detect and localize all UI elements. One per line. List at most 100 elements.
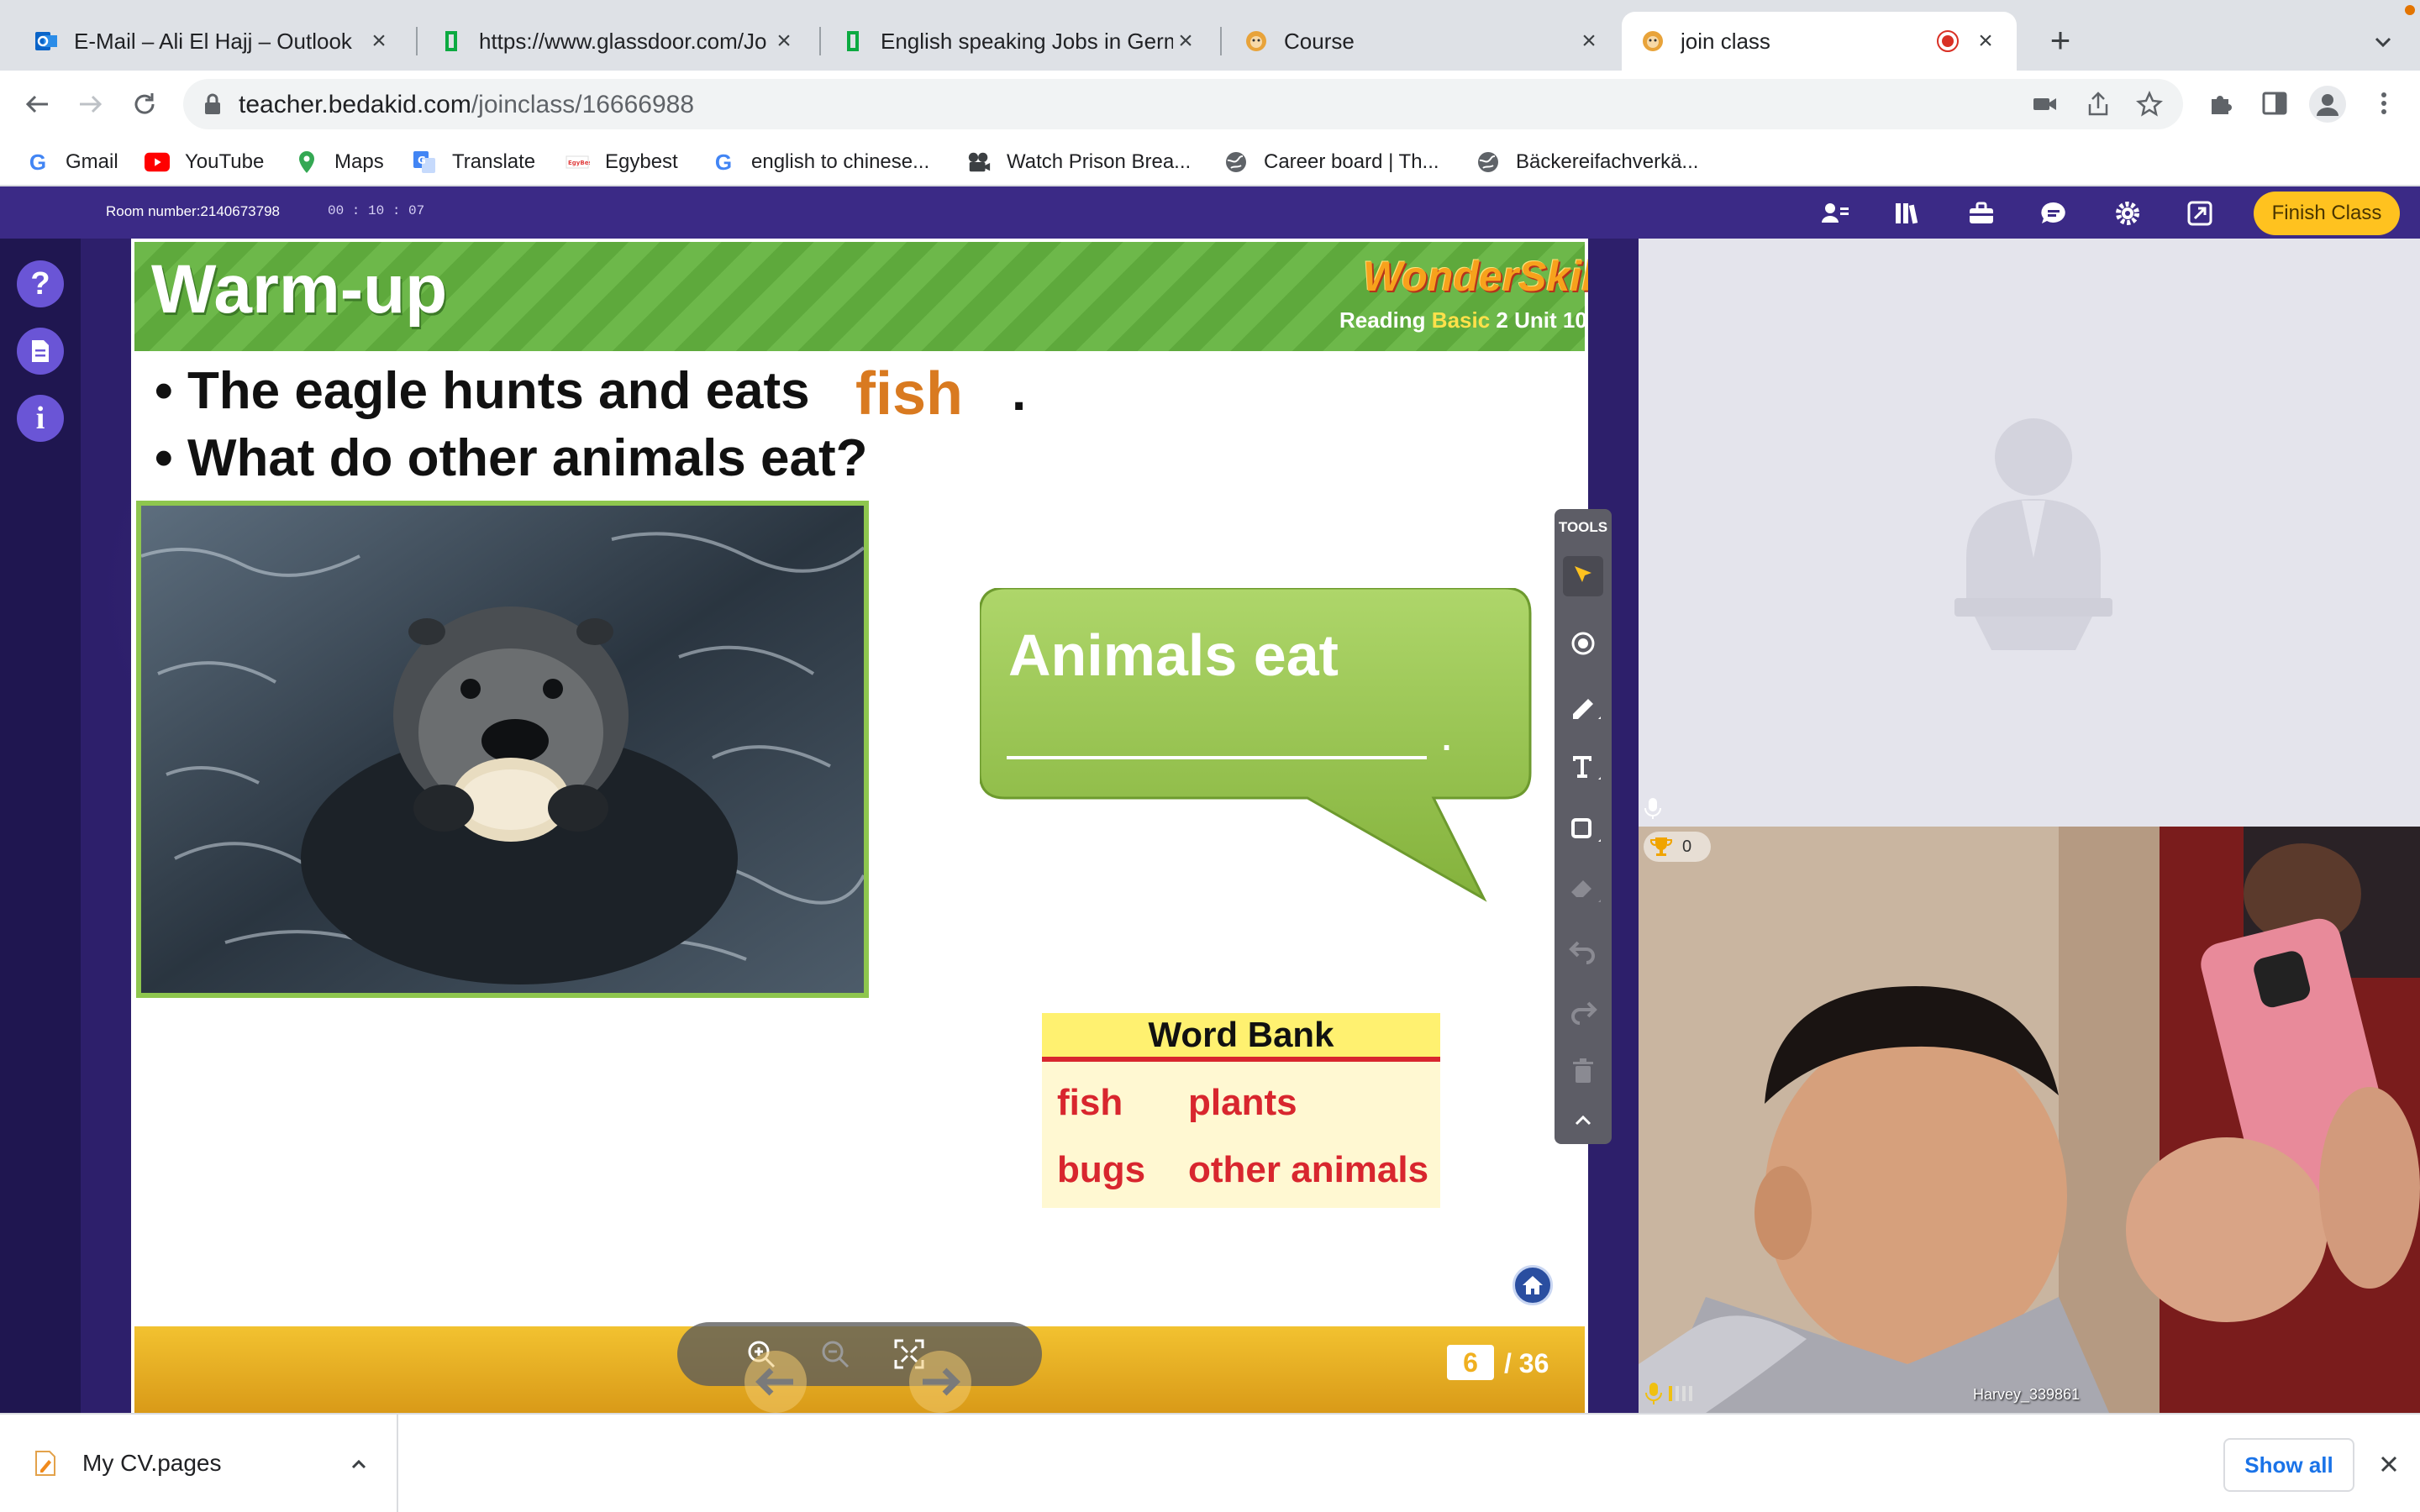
pointer-tool[interactable] <box>1563 556 1603 596</box>
bookmark-label: YouTube <box>185 150 265 173</box>
maps-icon <box>294 150 319 175</box>
collapse-tools-icon[interactable] <box>1566 1105 1600 1136</box>
subtitle-basic: Basic <box>1431 307 1491 333</box>
help-icon[interactable]: ? <box>17 260 64 307</box>
home-icon[interactable] <box>1512 1265 1553 1305</box>
profile-avatar[interactable] <box>2309 86 2346 123</box>
redo-icon[interactable] <box>1566 995 1600 1028</box>
bookmark-star-icon[interactable] <box>2136 91 2163 118</box>
bookmark-prison-break[interactable]: Watch Prison Brea... <box>966 146 1191 178</box>
close-tab-icon[interactable]: × <box>771 29 797 54</box>
extensions-icon[interactable] <box>2207 89 2235 118</box>
forward-icon[interactable] <box>72 86 109 123</box>
chat-icon[interactable] <box>2035 195 2072 232</box>
back-icon[interactable] <box>18 86 55 123</box>
finish-class-button[interactable]: Finish Class <box>2254 192 2400 235</box>
close-download-bar-icon[interactable] <box>2375 1450 2403 1478</box>
camera-icon[interactable] <box>2032 92 2059 116</box>
translate-icon: G <box>412 150 437 175</box>
fullscreen-icon[interactable] <box>2181 195 2218 232</box>
bullet-1: • The eagle hunts and eats <box>155 362 810 420</box>
new-tab-icon[interactable]: + <box>2044 23 2077 58</box>
word-bugs: bugs <box>1057 1149 1146 1190</box>
page-current: 6 <box>1447 1345 1494 1380</box>
bookmark-label: Bäckereifachverkä... <box>1516 150 1699 173</box>
laser-pointer-icon[interactable] <box>1566 627 1600 660</box>
bullet-2-text: What do other animals eat? <box>187 429 868 487</box>
tab-outlook[interactable]: E-Mail – Ali El Hajj – Outlook × <box>15 12 410 71</box>
shape-tool-icon[interactable] <box>1566 811 1603 845</box>
glassdoor-icon <box>445 31 457 51</box>
trash-icon[interactable] <box>1566 1055 1600 1089</box>
answer-text: fish <box>855 360 964 428</box>
bookmark-label: Gmail <box>66 150 118 173</box>
reload-icon[interactable] <box>126 86 163 123</box>
eraser-icon[interactable] <box>1566 872 1603 906</box>
trophy-icon <box>1649 837 1673 856</box>
bookmark-maps[interactable]: Maps <box>294 146 384 178</box>
download-item[interactable]: My CV.pages <box>0 1415 398 1512</box>
bookmark-baeckerei[interactable]: Bäckereifachverkä... <box>1476 146 1698 178</box>
film-icon <box>966 150 992 175</box>
word-bank: Word Bank fish plants bugs other animals <box>1042 1013 1440 1208</box>
close-tab-icon[interactable]: × <box>1973 29 1998 54</box>
bubble-text: Animals eat <box>1008 622 1339 688</box>
text-tool-icon[interactable] <box>1566 749 1603 783</box>
slide-subtitle: Reading Basic 2 Unit 10 <box>1339 307 1587 333</box>
tab-title: E-Mail – Ali El Hajj – Outlook <box>74 28 352 54</box>
tab-search-icon[interactable] <box>2368 27 2398 57</box>
student-name: Harvey_339861 <box>1973 1386 2081 1403</box>
chevron-up-icon[interactable] <box>346 1452 371 1477</box>
bookmark-gmail[interactable]: G Gmail <box>25 146 118 178</box>
bookmark-label: Translate <box>452 150 536 173</box>
show-all-button[interactable]: Show all <box>2223 1438 2354 1492</box>
glassdoor-icon <box>847 31 859 51</box>
lock-icon[interactable] <box>202 92 224 116</box>
address-bar[interactable]: teacher.bedakid.com/joinclass/16666988 <box>183 79 2183 129</box>
library-icon[interactable] <box>1889 195 1926 232</box>
share-icon[interactable] <box>2086 91 2111 118</box>
zoom-out-icon[interactable] <box>818 1337 852 1371</box>
prev-slide-button[interactable] <box>744 1351 807 1413</box>
tab-glassdoor-2[interactable]: English speaking Jobs in Germ × <box>822 12 1217 71</box>
undo-icon[interactable] <box>1566 934 1600 968</box>
tab-join-class[interactable]: join class × <box>1622 12 2017 71</box>
svg-text:G: G <box>418 155 426 166</box>
info-icon[interactable]: i <box>17 395 64 442</box>
recording-icon <box>1937 30 1959 52</box>
next-slide-button[interactable] <box>909 1351 971 1413</box>
trophy-count: 0 <box>1682 837 1692 856</box>
close-tab-icon[interactable]: × <box>366 29 392 54</box>
lesson-slide: Warm-up WonderSkills Reading Basic 2 Uni… <box>131 239 1588 1413</box>
bookmark-translate[interactable]: G Translate <box>412 146 535 178</box>
tab-glassdoor-1[interactable]: https://www.glassdoor.com/Jo × <box>420 12 815 71</box>
word-fish: fish <box>1057 1082 1123 1123</box>
url-text: teacher.bedakid.com/joinclass/16666988 <box>239 91 694 119</box>
bookmark-career-board[interactable]: Career board | Th... <box>1223 146 1439 178</box>
classroom-header: Room number:2140673798 00 : 10 : 07 Fini… <box>0 186 2420 239</box>
side-panel-icon[interactable] <box>2260 89 2289 118</box>
wonderskills-logo: WonderSkills <box>1363 253 1588 300</box>
bookmark-youtube[interactable]: YouTube <box>145 146 264 178</box>
slide-controls <box>677 1322 1042 1413</box>
bullet-1-text: The eagle hunts and eats <box>187 362 810 420</box>
settings-gear-icon[interactable] <box>2109 195 2146 232</box>
room-number: Room number:2140673798 <box>106 203 280 219</box>
pen-tool-icon[interactable] <box>1566 689 1603 722</box>
tab-strip: E-Mail – Ali El Hajj – Outlook × https:/… <box>0 0 2420 71</box>
bookmark-english-to-chinese[interactable]: Genglish to chinese... <box>711 146 929 178</box>
url-host: teacher.bedakid.com <box>239 91 471 118</box>
close-tab-icon[interactable]: × <box>1173 29 1198 54</box>
bookmark-egybest[interactable]: EgyBest Egybest <box>565 146 678 178</box>
bubble-period: . <box>1442 721 1452 758</box>
menu-dots-icon[interactable] <box>2370 89 2398 118</box>
word-plants: plants <box>1188 1082 1297 1123</box>
tab-course[interactable]: Course × <box>1225 12 1620 71</box>
bookmark-label: Egybest <box>605 150 678 173</box>
pages-file-icon <box>35 1451 55 1476</box>
close-tab-icon[interactable]: × <box>1576 29 1602 54</box>
toolbox-icon[interactable] <box>1963 195 2000 232</box>
student-list-icon[interactable] <box>1817 195 1854 232</box>
teacher-placeholder-icon <box>1954 418 2112 650</box>
document-icon[interactable] <box>17 328 64 375</box>
